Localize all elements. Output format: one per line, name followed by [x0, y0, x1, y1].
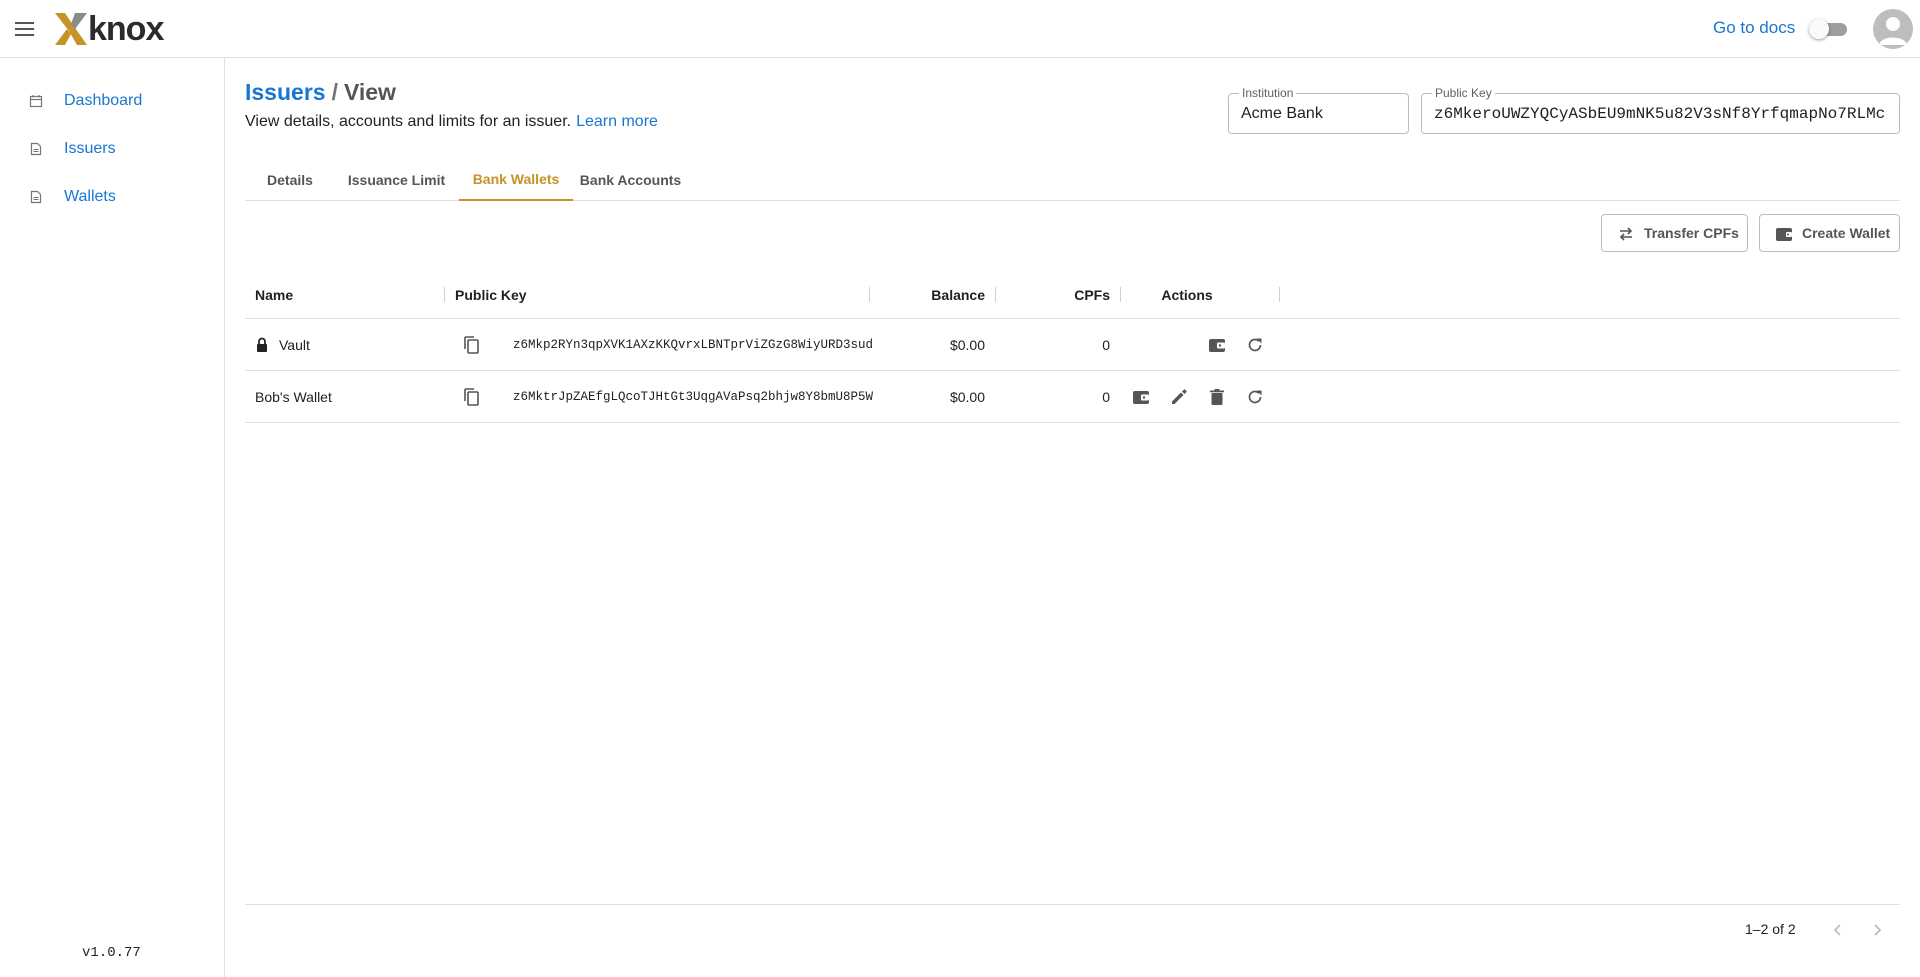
wallet-icon[interactable]: [1130, 386, 1152, 408]
wallet-icon: [1776, 228, 1792, 241]
calendar-icon: [29, 95, 43, 108]
column-header-public-key[interactable]: Public Key: [455, 270, 527, 319]
create-wallet-button[interactable]: Create Wallet: [1759, 214, 1900, 252]
lock-icon: [257, 337, 267, 352]
logo[interactable]: knox: [53, 9, 164, 48]
name-cell: Vault: [255, 319, 310, 371]
column-header-name[interactable]: Name: [255, 270, 293, 319]
table-row[interactable]: Bob's Wallet z6MktrJpZAEfgLQcoTJHtGt3Uqg…: [245, 371, 1900, 423]
public-key-input[interactable]: [1422, 94, 1899, 133]
name-cell: Bob's Wallet: [255, 371, 332, 423]
cpfs-cell: 0: [1102, 389, 1110, 405]
copy-icon[interactable]: [461, 386, 483, 408]
tab-bank-wallets[interactable]: Bank Wallets: [459, 158, 573, 201]
sidebar: Dashboard Issuers Wallets v1.0.77: [0, 58, 225, 977]
page-title: View: [343, 79, 396, 105]
tab-bank-accounts[interactable]: Bank Accounts: [573, 158, 688, 201]
table-row[interactable]: Vault z6Mkp2RYn3qpXVK1AXzKKQvrxLBNTprViZ…: [245, 319, 1900, 371]
tab-bar: Details Issuance Limit Bank Wallets Bank…: [245, 158, 1900, 201]
wallet-icon[interactable]: [1206, 334, 1228, 356]
transfer-cpfs-label: Transfer CPFs: [1644, 225, 1739, 241]
delete-icon[interactable]: [1206, 386, 1228, 408]
wallet-name: Vault: [279, 337, 310, 353]
subtitle-text: View details, accounts and limits for an…: [245, 113, 572, 130]
theme-toggle[interactable]: [1809, 19, 1847, 39]
column-header-cpfs[interactable]: CPFs: [1005, 270, 1110, 319]
sidebar-item-label: Dashboard: [64, 92, 143, 109]
column-separator[interactable]: [995, 287, 996, 302]
sidebar-item-issuers[interactable]: Issuers: [0, 129, 224, 169]
column-header-actions: Actions: [1161, 286, 1213, 303]
tab-details[interactable]: Details: [245, 158, 335, 201]
column-separator[interactable]: [869, 287, 870, 302]
institution-input[interactable]: [1229, 94, 1408, 133]
learn-more-link[interactable]: Learn more: [576, 113, 658, 130]
institution-field[interactable]: Institution: [1228, 86, 1409, 134]
table-header: Name Public Key Balance CPFs Actions: [245, 270, 1900, 319]
transfer-icon: [1619, 227, 1633, 241]
next-page-button[interactable]: [1865, 918, 1889, 942]
create-wallet-label: Create Wallet: [1802, 225, 1891, 241]
chevron-left-icon: [1833, 924, 1841, 936]
wallet-name: Bob's Wallet: [255, 389, 332, 405]
sidebar-item-label: Issuers: [64, 140, 116, 157]
sidebar-item-dashboard[interactable]: Dashboard: [0, 81, 224, 121]
chevron-right-icon: [1874, 924, 1882, 936]
avatar[interactable]: [1873, 9, 1913, 49]
cpfs-cell: 0: [1102, 337, 1110, 353]
tab-issuance-limit[interactable]: Issuance Limit: [335, 158, 458, 201]
person-icon: [1879, 17, 1907, 45]
copy-icon[interactable]: [461, 334, 483, 356]
transfer-cpfs-button[interactable]: Transfer CPFs: [1601, 214, 1748, 252]
logo-text: knox: [88, 9, 164, 48]
breadcrumb-separator: /: [331, 79, 338, 105]
sidebar-item-wallets[interactable]: Wallets: [0, 177, 224, 217]
column-separator[interactable]: [1120, 287, 1121, 302]
public-key-cell: z6MktrJpZAEfgLQcoTJHtGt3UqgAVaPsq2bhjw8Y…: [513, 390, 874, 404]
document-icon: [30, 142, 42, 156]
app-bar: knox Go to docs: [0, 0, 1920, 58]
public-key-field[interactable]: Public Key: [1421, 86, 1900, 134]
balance-cell: $0.00: [949, 337, 985, 353]
logo-mark-icon: [55, 13, 87, 45]
document-icon: [30, 190, 42, 204]
column-separator[interactable]: [444, 287, 445, 302]
page-subtitle: View details, accounts and limits for an…: [245, 113, 658, 131]
refresh-icon[interactable]: [1244, 334, 1266, 356]
edit-icon[interactable]: [1168, 386, 1190, 408]
go-to-docs-link[interactable]: Go to docs: [1713, 18, 1795, 38]
pagination-range: 1–2 of 2: [1745, 921, 1796, 937]
column-header-balance[interactable]: Balance: [879, 270, 985, 319]
menu-icon[interactable]: [12, 16, 38, 42]
breadcrumb-issuers-link[interactable]: Issuers: [245, 79, 326, 105]
previous-page-button[interactable]: [1826, 918, 1850, 942]
breadcrumb: Issuers / View: [245, 79, 396, 106]
sidebar-item-label: Wallets: [64, 188, 116, 205]
column-separator[interactable]: [1279, 287, 1280, 302]
refresh-icon[interactable]: [1244, 386, 1266, 408]
table-footer-divider: [245, 904, 1900, 905]
version-label: v1.0.77: [82, 945, 141, 961]
public-key-cell: z6Mkp2RYn3qpXVK1AXzKKQvrxLBNTprViZGzG8Wi…: [513, 338, 874, 352]
balance-cell: $0.00: [949, 389, 985, 405]
